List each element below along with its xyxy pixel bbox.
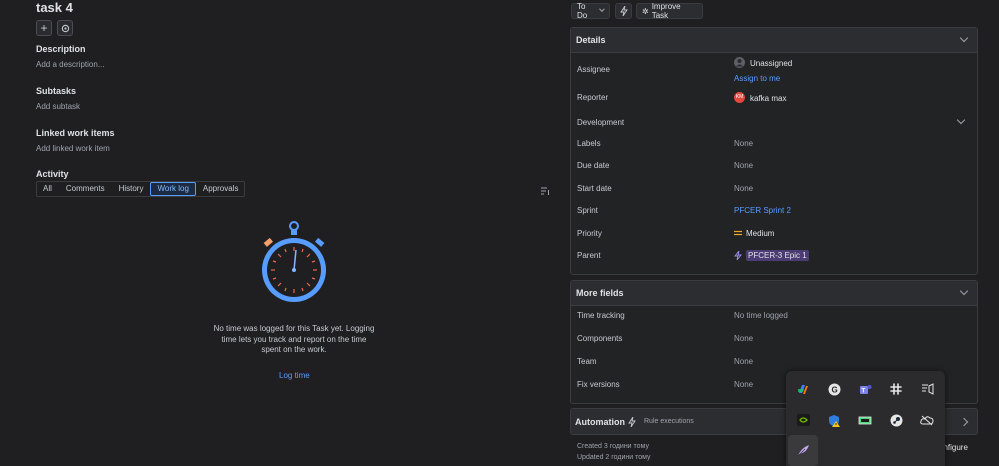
rule-executions-label: Rule executions <box>644 418 694 425</box>
assignee-value[interactable]: Unassigned <box>750 59 792 68</box>
sparkle-icon: ✲ <box>642 6 649 16</box>
plus-icon: + <box>40 21 48 35</box>
lightning-icon <box>619 6 628 16</box>
priority-label: Priority <box>577 229 602 238</box>
empty-state-text: No time was logged for this Task yet. Lo… <box>200 324 388 356</box>
reporter-label: Reporter <box>577 93 609 102</box>
user-icon <box>736 59 743 67</box>
tab-work-log[interactable]: Work log <box>150 182 196 196</box>
team-value[interactable]: None <box>734 357 753 366</box>
system-tray-popup: G T <box>786 371 945 466</box>
add-subtask-link[interactable]: Add subtask <box>36 102 80 111</box>
svg-text:T: T <box>861 388 865 394</box>
labels-label: Labels <box>577 139 601 148</box>
page-title: task 4 <box>36 0 73 15</box>
parent-label: Parent <box>577 251 601 260</box>
slack-icon[interactable] <box>888 381 904 397</box>
tab-comments[interactable]: Comments <box>59 182 112 196</box>
empty-state-line: spent on the work. <box>261 345 327 354</box>
lightning-icon <box>628 417 636 427</box>
tab-approvals[interactable]: Approvals <box>196 182 246 196</box>
chevron-right-icon <box>959 417 969 427</box>
more-fields-header[interactable]: More fields <box>571 281 977 306</box>
assign-to-me-link[interactable]: Assign to me <box>734 74 780 83</box>
fix-versions-value[interactable]: None <box>734 380 753 389</box>
due-date-value[interactable]: None <box>734 161 753 170</box>
updated-timestamp: Updated 2 години тому <box>577 454 651 461</box>
tab-history[interactable]: History <box>112 182 151 196</box>
parent-value[interactable]: PFCER-3 Epic 1 <box>746 250 809 261</box>
defender-warning-icon[interactable] <box>826 412 842 428</box>
epic-icon <box>734 251 742 260</box>
time-tracking-label: Time tracking <box>577 311 625 320</box>
reporter-avatar: KM <box>734 92 745 103</box>
empty-state-line: time lets you track and report on the ti… <box>221 334 367 344</box>
gear-icon <box>61 24 69 32</box>
add-linked-item-link[interactable]: Add linked work item <box>36 144 110 153</box>
subtasks-heading: Subtasks <box>36 86 77 96</box>
details-heading: Details <box>576 35 606 45</box>
components-value[interactable]: None <box>734 334 753 343</box>
description-heading: Description <box>36 44 86 54</box>
priority-value[interactable]: Medium <box>746 229 774 238</box>
automation-button[interactable] <box>615 3 632 19</box>
details-header[interactable]: Details <box>571 28 977 53</box>
network-adapter-icon[interactable] <box>857 412 873 428</box>
stopwatch-icon <box>262 221 326 302</box>
fix-versions-label: Fix versions <box>577 380 620 389</box>
avatar <box>734 57 745 68</box>
svg-text:G: G <box>831 385 837 394</box>
linked-heading: Linked work items <box>36 128 115 138</box>
time-tracking-value[interactable]: No time logged <box>734 311 788 320</box>
grammarly-icon[interactable]: G <box>826 381 842 397</box>
improve-task-button[interactable]: ✲ Improve Task <box>636 2 703 20</box>
start-date-value[interactable]: None <box>734 184 753 193</box>
components-label: Components <box>577 334 623 343</box>
assignee-label: Assignee <box>577 65 610 74</box>
activity-heading: Activity <box>36 169 69 179</box>
status-dropdown[interactable]: To Do <box>571 2 610 20</box>
steam-icon[interactable] <box>888 412 904 428</box>
feather-icon[interactable] <box>795 442 811 458</box>
cloud-off-icon[interactable] <box>919 412 935 428</box>
tab-all[interactable]: All <box>36 182 59 196</box>
chevron-down-icon <box>599 6 605 12</box>
labels-value[interactable]: None <box>734 139 753 148</box>
sprint-value[interactable]: PFCER Sprint 2 <box>734 206 791 215</box>
chevron-down-icon <box>959 33 969 43</box>
sort-icon[interactable] <box>540 186 550 196</box>
teams-icon[interactable]: T <box>857 381 873 397</box>
team-label: Team <box>577 357 597 366</box>
copilot-icon[interactable] <box>795 381 811 397</box>
sprint-label: Sprint <box>577 206 598 215</box>
more-fields-heading: More fields <box>576 288 624 298</box>
cast-icon[interactable] <box>919 381 935 397</box>
start-date-label: Start date <box>577 184 612 193</box>
development-label: Development <box>577 118 625 127</box>
created-timestamp: Created 3 години тому <box>577 443 649 450</box>
improve-task-label: Improve Task <box>651 2 681 20</box>
log-time-link[interactable]: Log time <box>279 371 310 380</box>
activity-tab-row: All Comments History Work log Approvals <box>36 182 245 196</box>
reporter-value[interactable]: kafka max <box>750 94 786 103</box>
chevron-down-icon <box>959 286 969 296</box>
priority-medium-icon <box>734 230 742 236</box>
nvidia-icon[interactable] <box>795 412 811 428</box>
status-label: To Do <box>577 2 588 20</box>
automation-heading: Automation <box>575 417 625 427</box>
due-date-label: Due date <box>577 161 610 170</box>
add-button[interactable]: + <box>36 20 52 36</box>
empty-state-line: No time was logged for this Task yet. Lo… <box>213 324 375 333</box>
description-field[interactable]: Add a description... <box>36 60 104 69</box>
settings-button[interactable] <box>57 20 73 36</box>
